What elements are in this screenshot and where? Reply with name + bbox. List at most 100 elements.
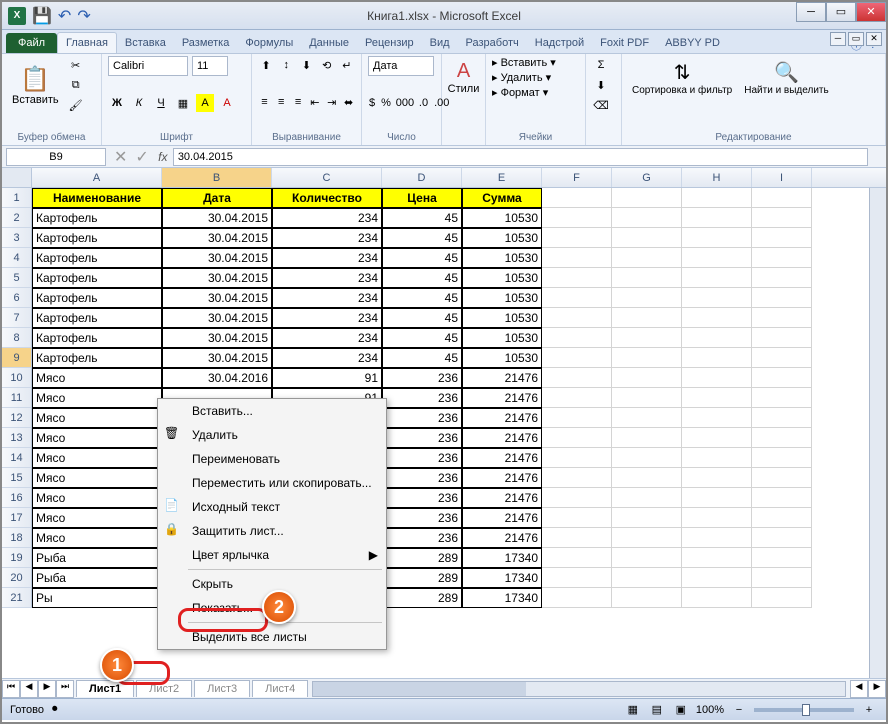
cell[interactable]: Мясо <box>32 468 162 488</box>
tab-page-layout[interactable]: Разметка <box>174 33 238 53</box>
cell[interactable] <box>752 568 812 588</box>
file-tab[interactable]: Файл <box>6 33 57 53</box>
cell[interactable] <box>542 448 612 468</box>
cell[interactable]: Картофель <box>32 268 162 288</box>
hscroll-left[interactable]: ◀ <box>850 680 868 698</box>
column-header-H[interactable]: H <box>682 168 752 187</box>
tab-insert[interactable]: Вставка <box>117 33 174 53</box>
column-header-D[interactable]: D <box>382 168 462 187</box>
cell[interactable] <box>682 468 752 488</box>
hscroll-right[interactable]: ▶ <box>868 680 886 698</box>
cell[interactable] <box>542 248 612 268</box>
cell[interactable]: 45 <box>382 248 462 268</box>
zoom-slider[interactable] <box>754 708 854 712</box>
cell[interactable] <box>682 228 752 248</box>
cell[interactable] <box>682 548 752 568</box>
fill-color-icon[interactable]: A <box>196 94 214 112</box>
cell[interactable]: Картофель <box>32 208 162 228</box>
row-header[interactable]: 21 <box>2 588 32 608</box>
row-header[interactable]: 9 <box>2 348 32 368</box>
font-name-combo[interactable] <box>108 56 188 76</box>
cell[interactable] <box>752 588 812 608</box>
cell[interactable] <box>542 388 612 408</box>
cell[interactable]: Мясо <box>32 508 162 528</box>
cell[interactable]: 17340 <box>462 548 542 568</box>
cell[interactable] <box>542 328 612 348</box>
cell[interactable] <box>682 428 752 448</box>
cell[interactable]: 30.04.2015 <box>162 308 272 328</box>
ctx-protect[interactable]: 🔒Защитить лист... <box>158 519 386 543</box>
sheet-tab-4[interactable]: Лист4 <box>252 680 308 697</box>
cell[interactable]: Рыба <box>32 548 162 568</box>
mdi-restore[interactable]: ▭ <box>848 32 864 46</box>
formula-input[interactable] <box>173 148 868 166</box>
cell[interactable]: 234 <box>272 228 382 248</box>
cell[interactable] <box>752 348 812 368</box>
indent-inc-icon[interactable]: ⇥ <box>325 93 338 111</box>
cell[interactable] <box>542 348 612 368</box>
ctx-view-code[interactable]: 📄Исходный текст <box>158 495 386 519</box>
cell[interactable] <box>542 208 612 228</box>
cell[interactable]: Сумма <box>462 188 542 208</box>
cell[interactable]: Картофель <box>32 308 162 328</box>
cell[interactable] <box>682 248 752 268</box>
copy-icon[interactable]: ⧉ <box>67 76 85 94</box>
cell[interactable]: 10530 <box>462 328 542 348</box>
cell[interactable]: 30.04.2015 <box>162 208 272 228</box>
cell[interactable] <box>542 408 612 428</box>
row-header[interactable]: 19 <box>2 548 32 568</box>
page-layout-view-icon[interactable]: ▤ <box>648 701 666 719</box>
find-select-button[interactable]: 🔍Найти и выделить <box>740 56 832 100</box>
align-middle-icon[interactable]: ↕ <box>278 56 294 74</box>
font-size-combo[interactable] <box>192 56 228 76</box>
fill-icon[interactable]: ⬇ <box>592 76 610 94</box>
cell[interactable]: Картофель <box>32 348 162 368</box>
merge-icon[interactable]: ⬌ <box>342 93 355 111</box>
cell[interactable]: 10530 <box>462 208 542 228</box>
cell[interactable] <box>542 228 612 248</box>
cell[interactable]: 234 <box>272 288 382 308</box>
cell[interactable]: 10530 <box>462 308 542 328</box>
row-header[interactable]: 2 <box>2 208 32 228</box>
cell[interactable] <box>752 508 812 528</box>
tab-abbyy[interactable]: ABBYY PD <box>657 33 728 53</box>
cell[interactable]: 236 <box>382 508 462 528</box>
tab-data[interactable]: Данные <box>301 33 357 53</box>
cell[interactable]: Рыба <box>32 568 162 588</box>
cell[interactable] <box>612 188 682 208</box>
cell[interactable] <box>542 488 612 508</box>
cell[interactable]: 17340 <box>462 568 542 588</box>
autosum-icon[interactable]: Σ <box>592 56 610 74</box>
styles-button[interactable]: AСтили <box>448 56 479 99</box>
mdi-close[interactable]: ✕ <box>866 32 882 46</box>
cell[interactable] <box>682 568 752 588</box>
cell[interactable] <box>682 388 752 408</box>
clear-icon[interactable]: ⌫ <box>592 96 610 114</box>
cell[interactable] <box>682 448 752 468</box>
column-header-C[interactable]: C <box>272 168 382 187</box>
column-header-A[interactable]: A <box>32 168 162 187</box>
close-button[interactable]: ✕ <box>856 2 886 22</box>
sheet-nav-prev[interactable]: ◀ <box>20 680 38 698</box>
cell[interactable]: 45 <box>382 288 462 308</box>
cell[interactable]: 45 <box>382 348 462 368</box>
cell[interactable] <box>612 508 682 528</box>
paste-button[interactable]: 📋 Вставить <box>8 61 63 110</box>
undo-icon[interactable]: ↶ <box>58 6 71 26</box>
cell[interactable]: 21476 <box>462 428 542 448</box>
page-break-view-icon[interactable]: ▣ <box>672 701 690 719</box>
comma-icon[interactable]: 000 <box>396 94 414 112</box>
normal-view-icon[interactable]: ▦ <box>624 701 642 719</box>
confirm-formula-icon[interactable]: ✓ <box>131 147 152 167</box>
cell[interactable]: 17340 <box>462 588 542 608</box>
vertical-scrollbar[interactable] <box>869 188 886 678</box>
cell[interactable]: 236 <box>382 528 462 548</box>
cell[interactable] <box>542 568 612 588</box>
cell[interactable]: 234 <box>272 308 382 328</box>
cell[interactable]: Мясо <box>32 428 162 448</box>
font-color-icon[interactable]: A <box>218 94 236 112</box>
column-header-I[interactable]: I <box>752 168 812 187</box>
sheet-tab-3[interactable]: Лист3 <box>194 680 250 697</box>
cell[interactable] <box>612 248 682 268</box>
number-format-combo[interactable] <box>368 56 434 76</box>
